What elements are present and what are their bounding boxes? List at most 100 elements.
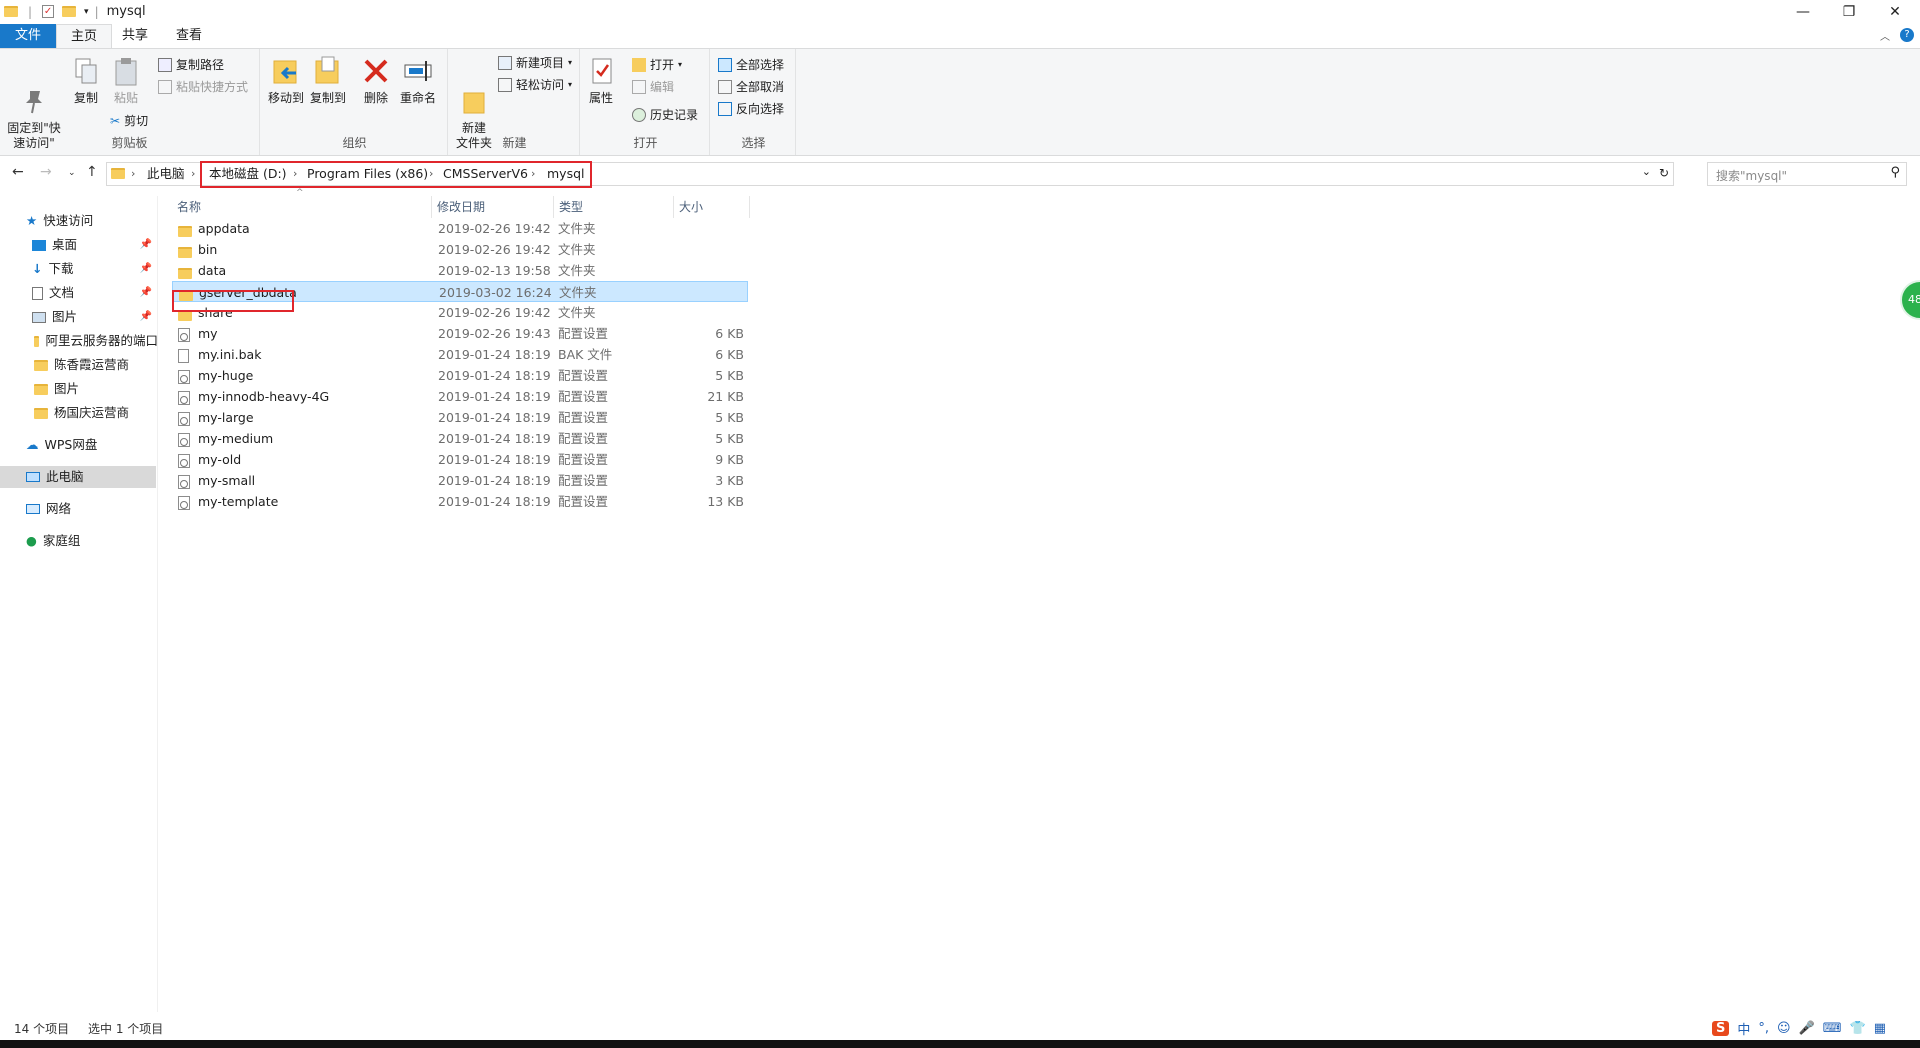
file-row[interactable]: my-huge 2019-01-24 18:19 配置设置 5 KB [172,365,748,386]
up-arrow-icon[interactable]: ↑ [86,164,98,180]
paste-shortcut-button[interactable]: 粘贴快捷方式 [158,77,248,97]
ribbon: 固定到"快 速访问" 复制 粘贴 复制路径 粘贴快捷方式 ✂ 剪切 剪贴板 移动… [0,48,1920,156]
history-button[interactable]: 历史记录 [632,105,698,125]
help-icon[interactable]: ? [1900,28,1914,42]
file-row[interactable]: my-template 2019-01-24 18:19 配置设置 13 KB [172,491,748,512]
address-history-chevron-icon[interactable]: ⌄ [1642,165,1651,178]
microphone-icon[interactable]: 🎤 [1799,1021,1815,1036]
sidebar-item-pictures[interactable]: 图片 📌 [32,306,156,328]
sidebar-item-folder[interactable]: 阿里云服务器的端口 [34,330,158,352]
copy-button[interactable]: 复制 [68,55,104,106]
tab-share[interactable]: 共享 [108,24,162,48]
ime-punct-toggle[interactable]: °, [1758,1021,1769,1036]
breadcrumb-separator-icon[interactable]: › [191,163,195,185]
file-row[interactable]: bin 2019-02-26 19:42 文件夹 [172,239,748,260]
ime-lang-toggle[interactable]: 中 [1737,1019,1750,1038]
tab-view[interactable]: 查看 [162,24,216,48]
sidebar-item-this-pc[interactable]: 此电脑 [0,466,156,488]
properties-icon [586,55,618,87]
column-header-type[interactable]: 类型 [554,196,674,218]
file-name: my-small [198,473,256,488]
tab-home[interactable]: 主页 [56,24,113,48]
toolbox-icon[interactable]: ▦ [1874,1021,1886,1036]
file-type: 文件夹 [558,263,596,278]
folder-icon [34,335,40,347]
maximize-button[interactable]: ❐ [1826,0,1872,24]
file-row[interactable]: my-innodb-heavy-4G 2019-01-24 18:19 配置设置 21… [172,386,748,407]
sidebar-item-folder[interactable]: 图片 [34,378,158,400]
select-all-button[interactable]: 全部选择 [718,55,784,75]
folder-icon [34,359,48,371]
delete-button[interactable]: 删除 [360,55,392,106]
file-row[interactable]: my-small 2019-01-24 18:19 配置设置 3 KB [172,470,748,491]
paste-button[interactable]: 粘贴 [108,55,144,106]
customize-chevron-icon[interactable]: ▾ [84,7,89,17]
history-icon [632,108,646,122]
sidebar-item-documents[interactable]: 文档 📌 [32,282,156,304]
sidebar-item-homegroup[interactable]: ● 家庭组 [26,530,80,552]
file-row[interactable]: my-large 2019-01-24 18:19 配置设置 5 KB [172,407,748,428]
copy-path-button[interactable]: 复制路径 [158,55,224,75]
sidebar-item-wps-cloud[interactable]: ☁ WPS网盘 [26,434,97,456]
select-none-button[interactable]: 全部取消 [718,77,784,97]
sogou-s-icon[interactable]: S [1712,1020,1730,1036]
folder-icon [4,6,18,17]
file-row[interactable]: my-old 2019-01-24 18:19 配置设置 9 KB [172,449,748,470]
sidebar-item-network[interactable]: 网络 [26,498,71,520]
file-date: 2019-02-26 19:42 [438,242,551,257]
invert-selection-button[interactable]: 反向选择 [718,99,784,119]
easy-access-button[interactable]: 轻松访问 ▾ [498,75,572,95]
forward-arrow-icon[interactable]: → [40,164,52,180]
breadcrumb-separator-icon[interactable]: › [131,163,135,185]
sidebar-item-folder[interactable]: 杨国庆运营商 [34,402,158,424]
rename-button[interactable]: 重命名 [398,55,438,106]
emoji-icon[interactable]: ☺ [1777,1021,1791,1036]
download-arrow-icon: ↓ [32,261,43,276]
file-size: 5 KB [715,410,744,425]
open-button[interactable]: 打开 ▾ [632,55,682,75]
file-row[interactable]: my-medium 2019-01-24 18:19 配置设置 5 KB [172,428,748,449]
status-bar: 14 个项目 选中 1 个项目 [0,1018,1920,1040]
search-input[interactable]: 搜索"mysql" [1716,167,1787,184]
file-row[interactable]: appdata 2019-02-26 19:42 文件夹 [172,218,748,239]
minimize-button[interactable]: — [1780,0,1826,24]
pin-icon [18,70,50,114]
sidebar-item-quick-access[interactable]: ★ 快速访问 [26,210,93,232]
keyboard-icon[interactable]: ⌨ [1823,1021,1842,1036]
close-button[interactable]: ✕ [1872,0,1918,24]
file-row[interactable]: my 2019-02-26 19:43 配置设置 6 KB [172,323,748,344]
properties-check-icon[interactable]: ✓ [42,5,55,18]
delete-x-icon [360,55,392,87]
column-header-date[interactable]: 修改日期 [432,196,554,218]
breadcrumb-this-pc[interactable]: 此电脑 [147,163,185,185]
copy-to-button[interactable]: 复制到 [308,55,348,106]
move-to-button[interactable]: 移动到 [266,55,306,106]
file-row[interactable]: my.ini.bak 2019-01-24 18:19 BAK 文件 6 KB [172,344,748,365]
file-type: 文件夹 [558,221,596,236]
new-item-button[interactable]: 新建项目 ▾ [498,53,572,73]
pinned-icon: 📌 [139,263,152,274]
folder-icon [34,383,48,395]
column-header-size[interactable]: 大小 [674,196,750,218]
search-box[interactable]: 搜索"mysql" ⚲ [1707,162,1907,186]
quick-access-toolbar: | ✓ ▾ | mysql [4,4,146,19]
search-icon[interactable]: ⚲ [1890,165,1900,180]
file-size: 6 KB [715,347,744,362]
cut-button[interactable]: ✂ 剪切 [110,111,148,131]
properties-button[interactable]: 属性 [586,55,616,106]
sidebar-item-downloads[interactable]: ↓ 下载 📌 [32,258,156,280]
floating-badge[interactable]: 48 [1900,280,1920,320]
sidebar-item-folder[interactable]: 陈香霞运营商 [34,354,158,376]
new-group: 新建 文件夹 新建项目 ▾ 轻松访问 ▾ 新建 [450,49,580,155]
edit-button[interactable]: 编辑 [632,77,674,97]
skin-icon[interactable]: 👕 [1850,1021,1866,1036]
refresh-icon[interactable]: ↻ [1659,166,1669,180]
tab-file[interactable]: 文件 [0,24,56,48]
back-arrow-icon[interactable]: ← [12,164,24,180]
collapse-ribbon-chevron-icon[interactable]: ︿ [1880,28,1890,43]
sidebar-item-desktop[interactable]: 桌面 📌 [32,234,156,256]
new-folder-icon[interactable] [62,6,77,17]
file-row[interactable]: data 2019-02-13 19:58 文件夹 [172,260,748,281]
column-header-name[interactable]: 名称 [172,196,432,218]
recent-locations-chevron-icon[interactable]: ⌄ [68,168,76,178]
